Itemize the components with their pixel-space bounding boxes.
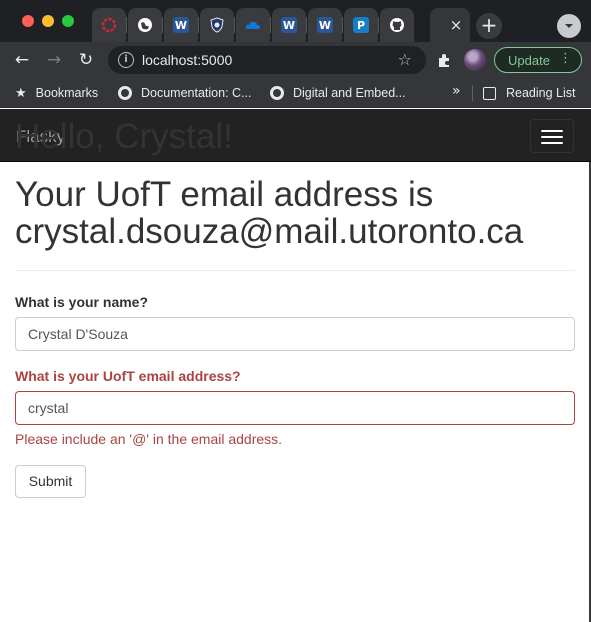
update-label: Update <box>508 53 550 68</box>
reading-list[interactable]: Reading List <box>483 84 576 102</box>
email-error-message: Please include an '@' in the email addre… <box>15 431 283 447</box>
maximize-window-button[interactable] <box>62 15 74 27</box>
name-input[interactable]: Crystal D'Souza <box>15 317 575 351</box>
star-icon: ★ <box>15 85 27 101</box>
divider <box>15 270 575 271</box>
update-button[interactable]: Update ⋮ <box>494 47 582 73</box>
p-icon: P <box>353 17 369 33</box>
browser-tab[interactable] <box>200 8 235 42</box>
email-heading-line2: crystal.dsouza@mail.utoronto.ca <box>15 212 524 251</box>
browser-tab[interactable] <box>128 8 163 42</box>
bookmarks-folder[interactable]: ★ Bookmarks <box>15 84 98 102</box>
address-bar[interactable]: i localhost:5000 ☆ <box>108 46 426 74</box>
profile-avatar[interactable] <box>464 49 486 71</box>
browser-tab[interactable]: W <box>272 8 307 42</box>
navbar-toggle-button[interactable] <box>530 119 574 153</box>
close-window-button[interactable] <box>22 15 34 27</box>
bookmark-digital-embedded[interactable]: Digital and Embed... <box>270 84 406 102</box>
browser-tab[interactable]: W <box>308 8 343 42</box>
globe-icon <box>118 86 132 100</box>
bookmark-star-icon[interactable]: ☆ <box>398 50 412 69</box>
bookmark-label: Documentation: C... <box>141 86 252 100</box>
chevron-down-icon <box>565 24 573 28</box>
minimize-window-button[interactable] <box>42 15 54 27</box>
forward-icon[interactable]: → <box>43 49 65 71</box>
browser-tab[interactable] <box>236 8 271 42</box>
browser-tab[interactable]: P <box>344 8 379 42</box>
tab-strip: W W W P × + <box>0 0 591 42</box>
email-label: What is your UofT email address? <box>15 368 241 384</box>
bookmarks-overflow-icon[interactable]: » <box>452 83 461 99</box>
greeting-heading: Hello, Crystal! <box>15 117 233 156</box>
submit-button[interactable]: Submit <box>15 465 86 498</box>
word-icon: W <box>281 17 297 33</box>
word-icon: W <box>317 17 333 33</box>
word-icon: W <box>173 17 189 33</box>
browser-tab[interactable] <box>92 8 127 42</box>
github-icon <box>390 18 404 32</box>
new-tab-button[interactable]: + <box>476 13 502 39</box>
active-tab[interactable]: × <box>430 8 470 42</box>
reading-list-label: Reading List <box>506 86 576 100</box>
bookmark-label: Bookmarks <box>35 86 99 100</box>
shield-icon <box>210 17 224 33</box>
onedrive-icon <box>245 21 260 29</box>
extensions-icon[interactable] <box>436 52 452 68</box>
back-icon[interactable]: ← <box>11 49 33 71</box>
email-heading-line1: Your UofT email address is <box>15 175 434 214</box>
name-label: What is your name? <box>15 294 149 310</box>
bookmark-documentation[interactable]: Documentation: C... <box>118 84 251 102</box>
url-text[interactable]: localhost:5000 <box>142 52 232 68</box>
browser-tab[interactable] <box>380 8 414 42</box>
email-heading: Your UofT email address is crystal.dsouz… <box>15 176 523 250</box>
more-vert-icon[interactable]: ⋮ <box>559 51 572 66</box>
reload-icon[interactable]: ↻ <box>75 49 97 71</box>
close-tab-icon[interactable]: × <box>450 16 463 34</box>
opera-icon <box>101 17 117 33</box>
tab-search-button[interactable] <box>557 14 581 38</box>
reading-list-icon <box>483 86 496 100</box>
browser-tab[interactable]: W <box>164 8 199 42</box>
email-input[interactable]: crystal <box>15 391 575 425</box>
globe-icon <box>270 86 284 100</box>
site-info-icon[interactable]: i <box>118 52 134 68</box>
bookmark-label: Digital and Embed... <box>293 86 406 100</box>
globe-icon <box>138 18 152 32</box>
bookmarks-divider <box>472 85 473 101</box>
